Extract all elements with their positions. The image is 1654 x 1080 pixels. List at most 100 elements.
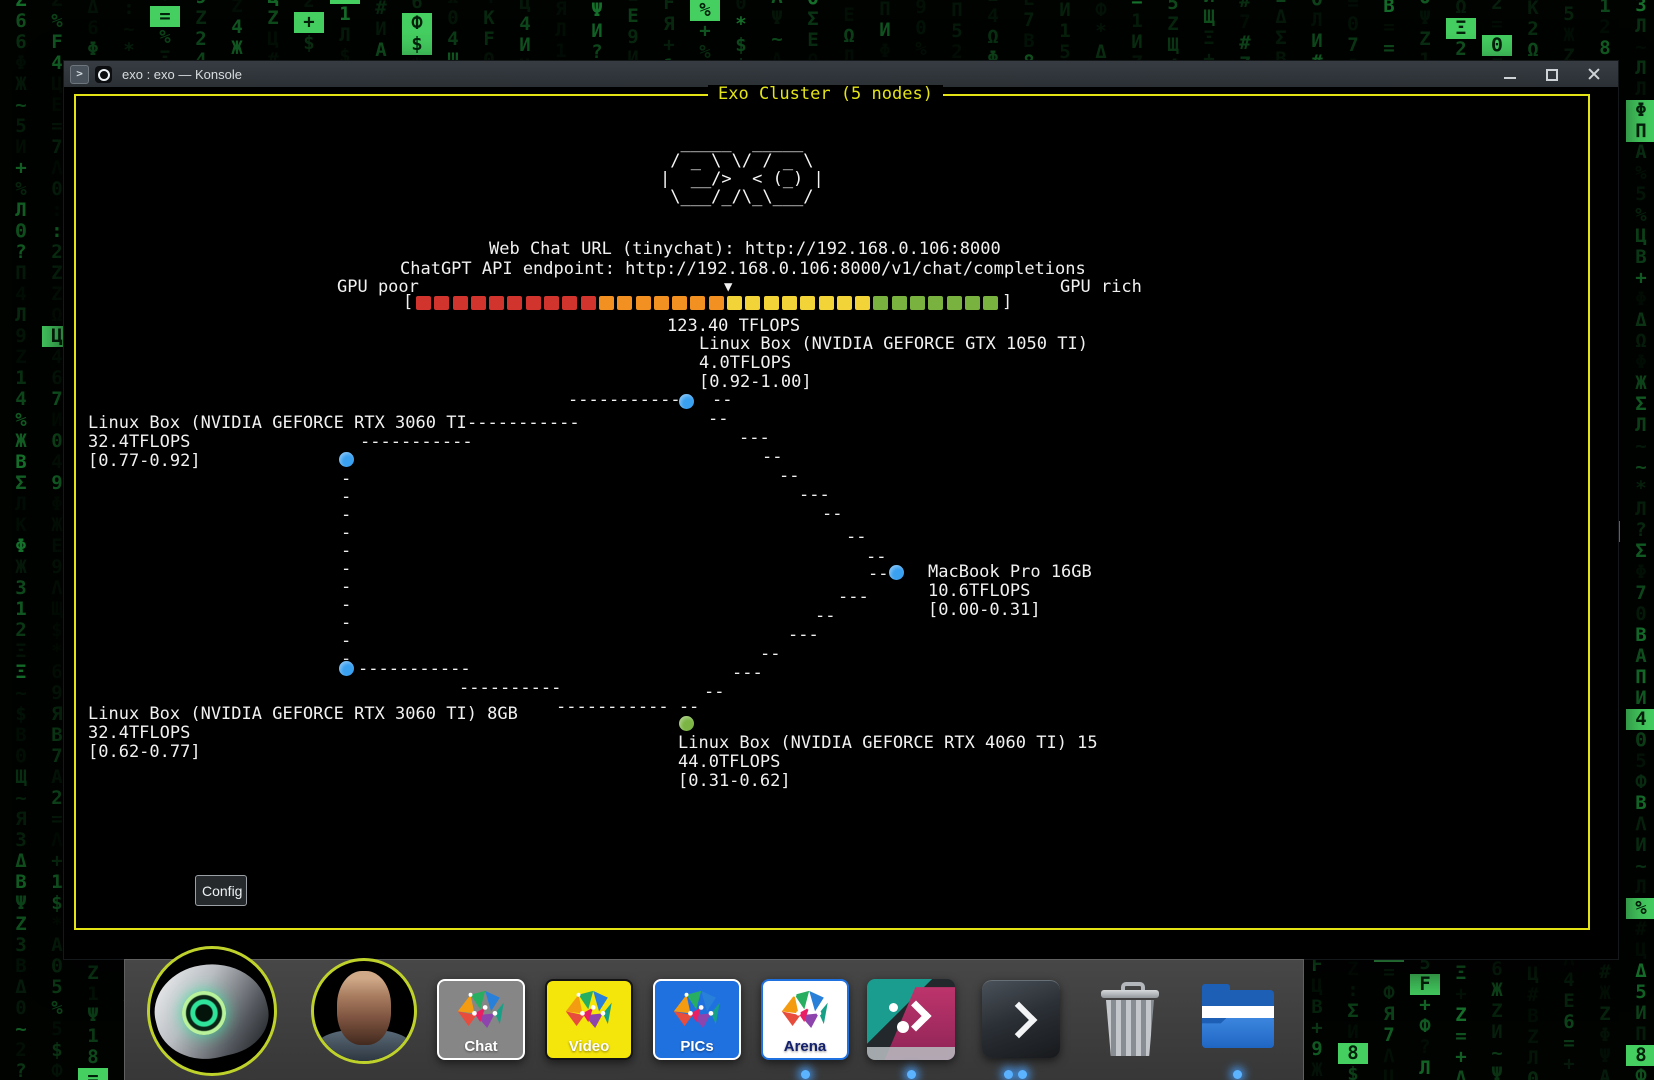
pics-app-label: PICs (655, 1038, 739, 1055)
total-tflops: 123.40 TFLOPS (667, 317, 800, 335)
diagram-dashes: --- (799, 486, 830, 504)
gpu-bar-segment (599, 296, 614, 310)
node-range: [0.31-0.62] (678, 772, 791, 790)
node-range: [0.00-0.31] (928, 601, 1041, 619)
diagram-dashes: - (341, 524, 351, 542)
gpu-bar-segment (654, 296, 669, 310)
config-button[interactable]: Config (195, 875, 247, 906)
brain-icon (770, 984, 841, 1035)
pics-app-tile: PICs (653, 979, 741, 1060)
dock-item-konsole-app[interactable] (982, 980, 1060, 1058)
api-endpoint-line: ChatGPT API endpoint: http://192.168.0.1… (400, 260, 1086, 278)
gpu-bar-segment (617, 296, 632, 310)
robot-avatar-image (147, 946, 277, 1076)
gpu-bar-segment (416, 296, 431, 310)
running-indicator-dot (1004, 1070, 1013, 1079)
gpu-bar-segment (947, 296, 962, 310)
gpu-bar-segment (526, 296, 541, 310)
dock-item-robot-avatar[interactable] (147, 946, 277, 1076)
gpu-gradient-bar (416, 296, 998, 310)
diagram-dashes: - (341, 470, 351, 488)
gpu-bar-segment (892, 296, 907, 310)
diagram-dashes: ---------- (459, 679, 561, 697)
node-label: Linux Box (NVIDIA GEFORCE RTX 3060 TI (88, 414, 467, 432)
gpu-bar-segment (965, 296, 980, 310)
running-indicator-dot (801, 1070, 810, 1079)
running-indicator-dot (1233, 1070, 1242, 1079)
node-dot (679, 394, 694, 409)
node-tflops: 32.4TFLOPS (88, 433, 190, 451)
diagram-dashes: - (341, 596, 351, 614)
video-app-tile: Video (545, 979, 633, 1060)
diagram-dashes: -- (779, 467, 799, 485)
node-range: [0.92-1.00] (699, 373, 812, 391)
chat-app-tile: Chat (437, 979, 525, 1060)
diagram-dashes: -- (868, 565, 888, 583)
konsole-dock-icon (982, 980, 1060, 1058)
gpu-bar-segment (928, 296, 943, 310)
diagram-dashes: - (341, 632, 351, 650)
diagram-dashes: -- (704, 683, 724, 701)
gpu-bar-segment (800, 296, 815, 310)
diagram-dashes: -- (708, 410, 728, 428)
dock-item-man-avatar[interactable] (311, 958, 417, 1064)
dock-item-chat-app[interactable]: Chat (437, 979, 525, 1060)
node-tflops: 44.0TFLOPS (678, 753, 780, 771)
gpu-bar-segment (709, 296, 724, 310)
node-dot (339, 452, 354, 467)
node-tflops: 10.6TFLOPS (928, 582, 1030, 600)
dock-item-trash[interactable] (1095, 980, 1165, 1060)
gpu-bar-segment (782, 296, 797, 310)
dock-item-video-app[interactable]: Video (545, 979, 633, 1060)
gpu-bar-segment (489, 296, 504, 310)
gpu-bar-segment (690, 296, 705, 310)
gpu-bar-segment (672, 296, 687, 310)
diagram-dashes: ----------- (358, 660, 471, 678)
gpu-bar-segment (507, 296, 522, 310)
gpu-bar-segment (471, 296, 486, 310)
running-indicator-dot (1018, 1070, 1027, 1079)
gpu-bar-segment (837, 296, 852, 310)
running-indicator-dot (907, 1070, 916, 1079)
diagram-dashes: - (341, 578, 351, 596)
diagram-dashes: -- (846, 528, 866, 546)
brain-icon (554, 984, 625, 1035)
node-label: Linux Box (NVIDIA GEFORCE GTX 1050 TI) (699, 335, 1088, 353)
dock-item-file-manager[interactable] (1200, 984, 1276, 1054)
dock-item-arena-app[interactable]: Arena (761, 979, 849, 1060)
gpu-rich-label: GPU rich (1060, 278, 1142, 296)
diagram-dashes: ----------- (360, 433, 473, 451)
node-range: [0.62-0.77] (88, 743, 201, 761)
diagram-dashes: - (341, 542, 351, 560)
node-dot (889, 565, 904, 580)
node-dot (339, 661, 354, 676)
dock-item-pics-app[interactable]: PICs (653, 979, 741, 1060)
gpu-bar-segment (910, 296, 925, 310)
gpu-bar-segment (745, 296, 760, 310)
dock-item-media-app[interactable] (867, 979, 955, 1060)
diagram-dashes: - (341, 506, 351, 524)
trash-icon (1095, 980, 1165, 1060)
gpu-bar-segment (983, 296, 998, 310)
terminal-content[interactable]: Exo Cluster (5 nodes) _____ _____ / _ \ … (0, 0, 1654, 1080)
man-avatar-image (311, 958, 417, 1064)
gpu-bar-segment (873, 296, 888, 310)
diagram-dashes: - (341, 488, 351, 506)
brain-icon (662, 984, 733, 1035)
diagram-dashes: ----------- -- (556, 698, 699, 716)
arena-app-label: Arena (763, 1038, 847, 1055)
media-app-tile (867, 979, 955, 1060)
node-label: MacBook Pro 16GB (928, 563, 1092, 581)
diagram-dashes: - (341, 560, 351, 578)
node-dot (679, 716, 694, 731)
chevron-right-icon (1001, 1002, 1038, 1039)
gpu-bar-segment (636, 296, 651, 310)
diagram-dashes: -- (760, 645, 780, 663)
node-label: Linux Box (NVIDIA GEFORCE RTX 4060 TI) 1… (678, 734, 1098, 752)
video-app-label: Video (547, 1038, 631, 1055)
gpu-bar-left-bracket: [ (403, 293, 413, 311)
diagram-dashes: --- (732, 664, 763, 682)
web-chat-url-line: Web Chat URL (tinychat): http://192.168.… (489, 240, 1001, 258)
gpu-bar-segment (819, 296, 834, 310)
diagram-dashes: -- (762, 448, 782, 466)
